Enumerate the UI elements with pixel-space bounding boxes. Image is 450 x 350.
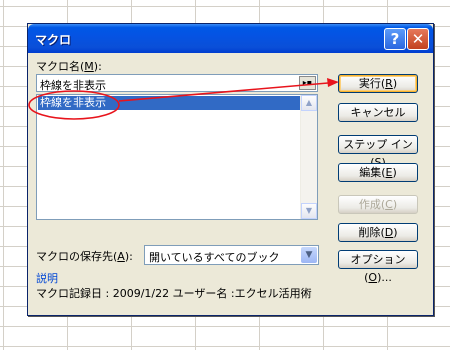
options-button[interactable]: オプション(O)...	[338, 250, 418, 284]
scroll-down-icon[interactable]: ▼	[301, 203, 317, 219]
macro-name-label: マクロ名(M):	[36, 60, 102, 73]
run-button[interactable]: 実行(R)	[338, 74, 418, 93]
scroll-up-icon[interactable]: ▲	[301, 95, 317, 111]
cancel-button[interactable]: キャンセル	[338, 103, 418, 122]
macro-name-input[interactable]: 枠線を非表示 ▸▪	[36, 74, 318, 92]
dropdown-arrow-icon[interactable]: ▼	[301, 247, 317, 263]
macro-list[interactable]: 枠線を非表示 ▲ ▼	[36, 94, 318, 220]
close-button[interactable]: ✕	[407, 28, 429, 50]
description-label: 説明	[36, 272, 58, 285]
store-in-value: 開いているすべてのブック	[149, 251, 280, 264]
create-button[interactable]: 作成(C)	[338, 195, 418, 214]
list-item[interactable]: 枠線を非表示	[38, 96, 300, 110]
list-scrollbar[interactable]: ▲ ▼	[300, 95, 317, 219]
dialog-title: マクロ	[35, 33, 72, 47]
edit-button[interactable]: 編集(E)	[338, 163, 418, 182]
macro-name-value: 枠線を非表示	[40, 79, 106, 92]
macro-dialog: マクロ ? ✕ マクロ名(M): 枠線を非表示 ▸▪ 枠線を非表示 ▲ ▼ 実行…	[27, 23, 434, 316]
title-bar[interactable]: マクロ ? ✕	[28, 24, 433, 53]
store-in-select[interactable]: 開いているすべてのブック ▼	[144, 245, 319, 265]
help-button[interactable]: ?	[384, 28, 406, 50]
description-text: マクロ記録日 : 2009/1/22 ユーザー名 :エクセル活用術	[36, 287, 312, 300]
step-in-button[interactable]: ステップ イン(S)	[338, 135, 418, 169]
delete-button[interactable]: 削除(D)	[338, 223, 418, 242]
collapse-dialog-icon[interactable]: ▸▪	[299, 76, 316, 90]
store-in-label: マクロの保存先(A):	[36, 250, 133, 263]
